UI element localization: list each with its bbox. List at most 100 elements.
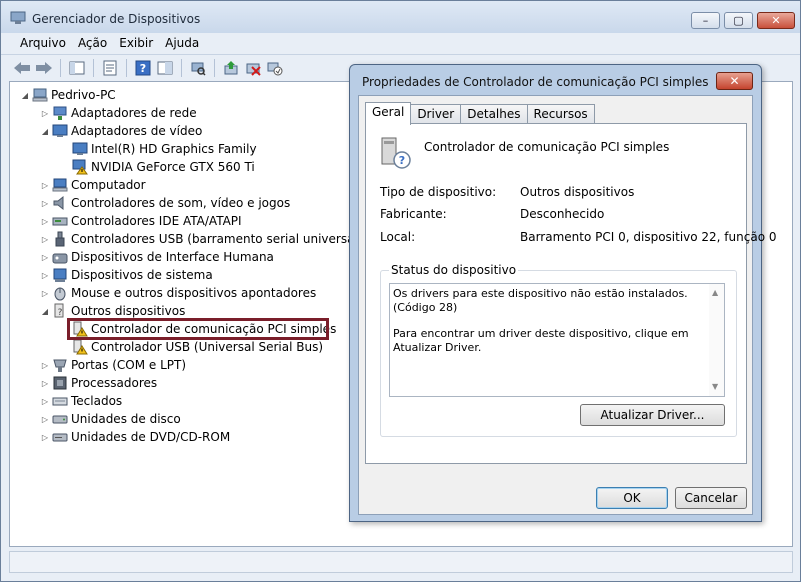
tree-item-usb-controller[interactable]: Controlador USB (Universal Serial Bus)	[60, 338, 323, 356]
tree-item-ide[interactable]: ▷ Controladores IDE ATA/ATAPI	[40, 212, 242, 230]
tree-item-label: Controladores IDE ATA/ATAPI	[71, 214, 242, 228]
expand-arrow-icon[interactable]: ▷	[40, 217, 50, 226]
toolbar-separator	[214, 59, 215, 77]
expand-arrow-icon[interactable]: ▷	[40, 235, 50, 244]
tree-item-label: Unidades de disco	[71, 412, 181, 426]
minimize-button[interactable]: –	[691, 12, 720, 29]
expand-arrow-icon[interactable]: ▷	[40, 415, 50, 424]
system-icon	[52, 267, 68, 283]
tree-item-dvd[interactable]: ▷ Unidades de DVD/CD-ROM	[40, 428, 230, 446]
uninstall-button[interactable]	[242, 57, 264, 79]
tree-item-label: Portas (COM e LPT)	[71, 358, 187, 372]
manufacturer-value: Desconhecido	[520, 207, 605, 221]
expand-arrow-icon[interactable]: ▷	[40, 181, 50, 190]
action-view-button[interactable]	[154, 57, 176, 79]
collapse-arrow-icon[interactable]: ◢	[40, 307, 50, 316]
tree-item-adaptadores-rede[interactable]: ▷ Adaptadores de rede	[40, 104, 197, 122]
usb-icon	[52, 231, 68, 247]
tab-geral[interactable]: Geral	[365, 102, 412, 125]
collapse-arrow-icon[interactable]: ◢	[40, 127, 50, 136]
general-tab-panel: ? Controlador de comunicação PCI simples…	[365, 123, 777, 464]
ide-icon	[52, 213, 68, 229]
keyboard-icon	[52, 393, 68, 409]
device-type-value: Outros dispositivos	[520, 185, 635, 199]
scroll-down-icon[interactable]: ▼	[712, 380, 718, 394]
update-driver-button[interactable]	[220, 57, 242, 79]
toolbar-separator	[60, 59, 61, 77]
update-driver-button[interactable]: Atualizar Driver...	[580, 404, 725, 426]
uninstall-icon	[246, 63, 261, 76]
tree-item-adaptadores-video[interactable]: ◢ Adaptadores de vídeo	[40, 122, 202, 140]
expand-arrow-icon[interactable]: ▷	[40, 109, 50, 118]
tab-recursos[interactable]: Recursos	[526, 104, 595, 124]
menu-exibir[interactable]: Exibir	[113, 33, 159, 53]
tab-detalhes[interactable]: Detalhes	[460, 104, 528, 124]
properties-button[interactable]	[99, 57, 121, 79]
tree-item-sistema[interactable]: ▷ Dispositivos de sistema	[40, 266, 213, 284]
tree-item-label: Outros dispositivos	[71, 304, 186, 318]
expand-arrow-icon[interactable]: ▷	[40, 397, 50, 406]
tree-item-label: Dispositivos de Interface Humana	[71, 250, 274, 264]
expand-arrow-icon[interactable]: ▷	[40, 379, 50, 388]
speaker-icon	[52, 195, 68, 211]
device-name: Controlador de comunicação PCI simples	[424, 140, 670, 154]
back-button[interactable]	[11, 57, 33, 79]
expand-arrow-icon[interactable]: ▷	[40, 253, 50, 262]
menu-ajuda[interactable]: Ajuda	[159, 33, 205, 53]
tree-item-portas[interactable]: ▷ Portas (COM e LPT)	[40, 356, 186, 374]
help-button[interactable]: ?	[132, 57, 154, 79]
svg-text:?: ?	[140, 62, 146, 75]
scroll-up-icon[interactable]: ▲	[712, 286, 718, 300]
menu-acao[interactable]: Ação	[72, 33, 113, 53]
cancel-button[interactable]: Cancelar	[675, 487, 747, 509]
device-status-text[interactable]: Os drivers para este dispositivo não est…	[389, 283, 725, 397]
tree-item-computador[interactable]: ▷ Computador	[40, 176, 146, 194]
device-status-label: Status do dispositivo	[389, 263, 519, 277]
tree-item-processadores[interactable]: ▷ Processadores	[40, 374, 157, 392]
display-icon	[72, 141, 88, 157]
tree-item-nvidia[interactable]: NVIDIA GeForce GTX 560 Ti	[60, 158, 255, 176]
tree-item-intel-hd[interactable]: Intel(R) HD Graphics Family	[60, 140, 257, 158]
ok-button[interactable]: OK	[596, 487, 668, 509]
expand-arrow-icon[interactable]: ▷	[40, 433, 50, 442]
tree-item-usb[interactable]: ▷ Controladores USB (barramento serial u…	[40, 230, 362, 248]
toolbar-separator	[93, 59, 94, 77]
maximize-button[interactable]: ▢	[724, 12, 753, 29]
scan-hardware-button[interactable]	[187, 57, 209, 79]
expand-arrow-icon[interactable]: ▷	[40, 361, 50, 370]
disable-button[interactable]	[264, 57, 286, 79]
tab-driver[interactable]: Driver	[410, 104, 462, 124]
collapse-arrow-icon[interactable]: ◢	[20, 91, 30, 100]
dialog-close-button[interactable]: ✕	[716, 72, 753, 90]
port-icon	[52, 357, 68, 373]
tree-root[interactable]: ◢ Pedrivo-PC	[20, 86, 116, 104]
tree-item-label: Controlador USB (Universal Serial Bus)	[91, 340, 324, 354]
disk-icon	[52, 411, 68, 427]
tab-strip: Geral Driver Detalhes Recursos	[365, 102, 595, 125]
selection-highlight	[67, 318, 329, 340]
toolbar-separator	[126, 59, 127, 77]
show-hide-tree-button[interactable]	[66, 57, 88, 79]
toolbar-separator	[181, 59, 182, 77]
tree-item-discos[interactable]: ▷ Unidades de disco	[40, 410, 181, 428]
expand-arrow-icon[interactable]: ▷	[40, 271, 50, 280]
mouse-icon	[52, 285, 68, 301]
hid-icon	[52, 249, 68, 265]
tree-item-label: Teclados	[71, 394, 123, 408]
menu-arquivo[interactable]: Arquivo	[14, 33, 72, 53]
status-scrollbar[interactable]: ▲ ▼	[709, 284, 724, 396]
tree-item-hid[interactable]: ▷ Dispositivos de Interface Humana	[40, 248, 274, 266]
update-driver-icon	[224, 61, 238, 75]
expand-arrow-icon[interactable]: ▷	[40, 289, 50, 298]
tree-item-teclados[interactable]: ▷ Teclados	[40, 392, 122, 410]
tree-item-label: Dispositivos de sistema	[71, 268, 213, 282]
computer-icon	[52, 177, 68, 193]
close-button[interactable]: ✕	[757, 12, 795, 29]
tree-item-mouse[interactable]: ▷ Mouse e outros dispositivos apontadore…	[40, 284, 316, 302]
tree-item-label: Mouse e outros dispositivos apontadores	[71, 286, 317, 300]
tree-item-label: Adaptadores de vídeo	[71, 124, 203, 138]
forward-button[interactable]	[33, 57, 55, 79]
expand-arrow-icon[interactable]: ▷	[40, 199, 50, 208]
svg-text:?: ?	[399, 154, 405, 167]
tree-item-som[interactable]: ▷ Controladores de som, vídeo e jogos	[40, 194, 290, 212]
